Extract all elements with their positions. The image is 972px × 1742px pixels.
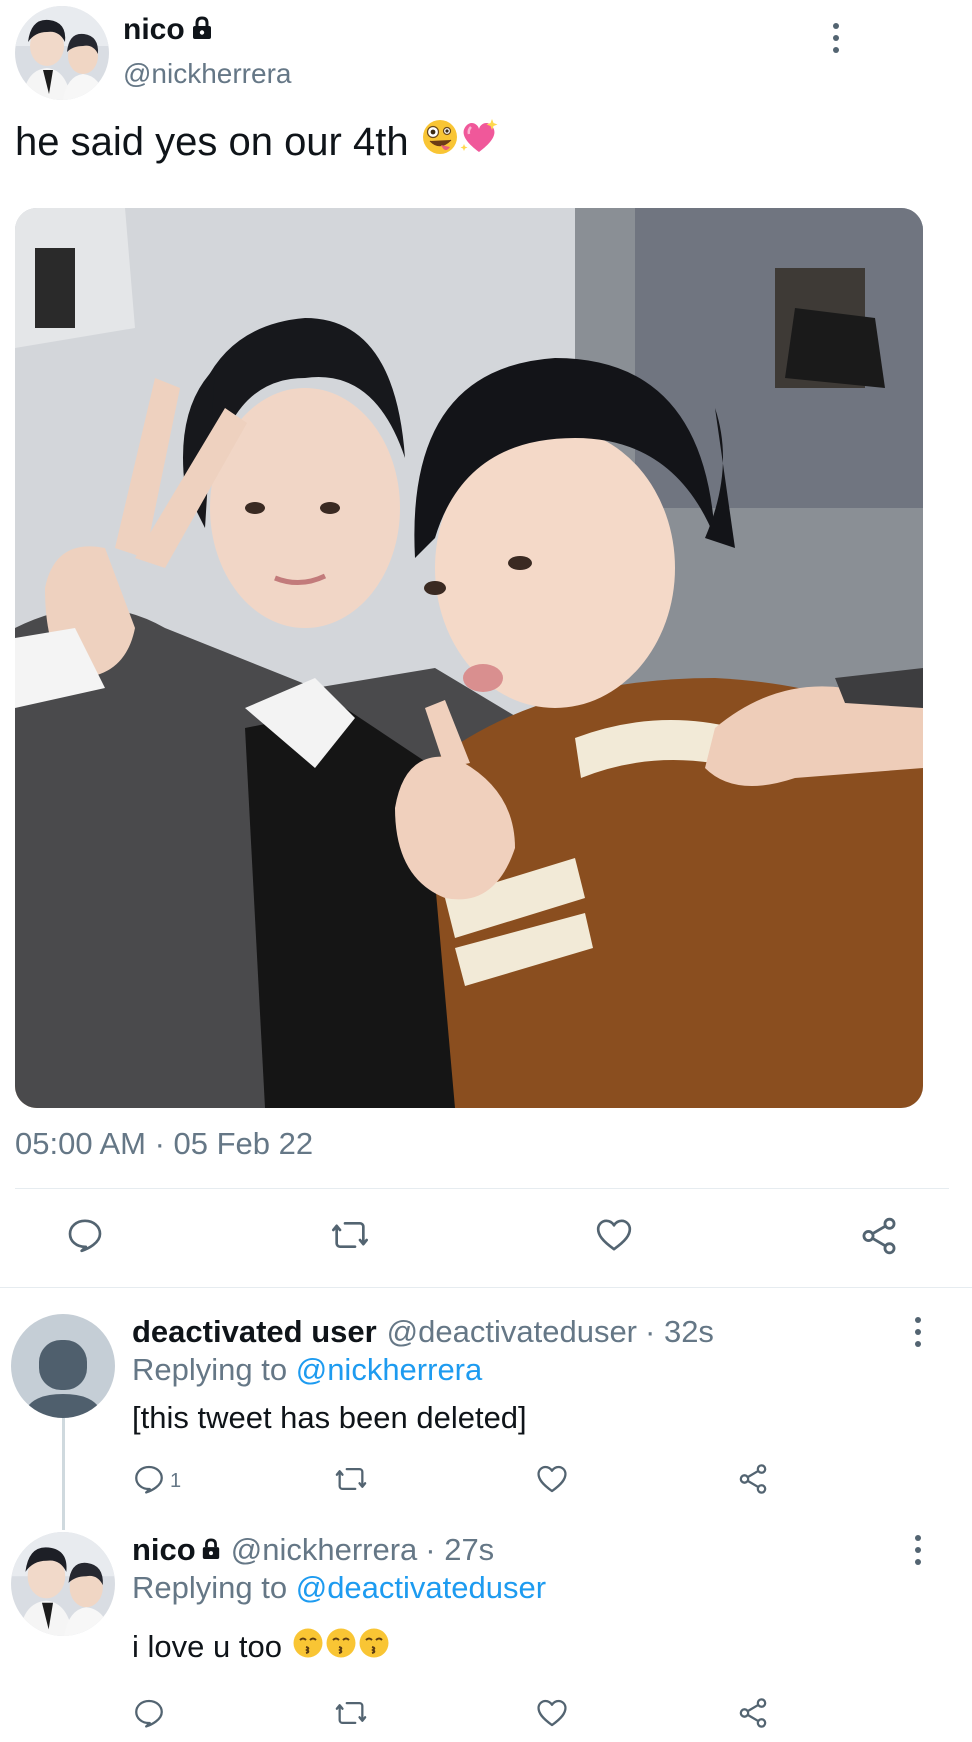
reply-author-handle[interactable]: @deactivateduser [387, 1314, 637, 1350]
like-button[interactable] [535, 1462, 569, 1496]
heart-icon [596, 1219, 632, 1251]
retweet-icon [332, 1222, 368, 1248]
heart-icon [537, 1465, 567, 1493]
kissing-face-emoji [358, 1627, 390, 1667]
kissing-face-emoji [292, 1627, 324, 1667]
dot [915, 1535, 921, 1541]
retweet-button[interactable] [332, 1462, 370, 1496]
author-handle[interactable]: @nickherrera [123, 58, 291, 90]
sparkling-heart-emoji [459, 118, 499, 166]
dot [915, 1329, 921, 1335]
author-avatar[interactable] [11, 1532, 115, 1636]
reply-count: 1 [170, 1469, 182, 1492]
reply-icon [68, 1219, 102, 1253]
dot [915, 1317, 921, 1323]
thread-line [62, 1418, 65, 1530]
retweet-button[interactable] [332, 1696, 370, 1730]
tweet-text: he said yes on our 4th [15, 119, 409, 164]
more-options-button[interactable] [906, 1530, 930, 1570]
dot [915, 1559, 921, 1565]
author-display-name[interactable]: nico [123, 13, 185, 47]
lock-icon [191, 15, 213, 45]
dot [833, 35, 839, 41]
reply-button[interactable] [65, 1215, 105, 1255]
reply-button[interactable] [132, 1696, 166, 1730]
tweet-timestamp[interactable]: 05:00 AM · 05 Feb 22 [15, 1126, 313, 1162]
author-avatar[interactable] [15, 6, 109, 100]
reply-text: [this tweet has been deleted] [132, 1400, 527, 1435]
lock-icon [201, 1532, 221, 1568]
replying-to-label: Replying to [132, 1352, 288, 1387]
reply-text: i love u too [132, 1629, 282, 1664]
retweet-icon [335, 1467, 367, 1491]
more-options-button[interactable] [824, 18, 848, 58]
share-icon [739, 1698, 767, 1728]
tweet-photo[interactable] [15, 208, 923, 1108]
dot [915, 1341, 921, 1347]
divider [0, 1287, 972, 1288]
retweet-button[interactable] [328, 1215, 372, 1255]
share-icon [739, 1464, 767, 1494]
like-button[interactable] [594, 1215, 634, 1255]
reply-author-name[interactable]: deactivated user [132, 1314, 377, 1350]
share-icon [862, 1217, 896, 1255]
kissing-face-emoji [325, 1627, 357, 1667]
default-avatar[interactable] [11, 1314, 115, 1418]
share-button[interactable] [736, 1696, 770, 1730]
dot [915, 1547, 921, 1553]
like-button[interactable] [535, 1696, 569, 1730]
heart-icon [537, 1699, 567, 1727]
more-options-button[interactable] [906, 1312, 930, 1352]
replying-to-label: Replying to [132, 1570, 288, 1605]
share-button[interactable] [858, 1215, 900, 1257]
reply-icon [135, 1465, 163, 1494]
default-user-icon [23, 1340, 103, 1418]
dot [833, 47, 839, 53]
retweet-icon [335, 1701, 367, 1725]
share-button[interactable] [736, 1462, 770, 1496]
dot [833, 23, 839, 29]
divider [15, 1188, 949, 1189]
zany-face-emoji [421, 118, 459, 166]
replying-to-link[interactable]: @nickherrera [296, 1352, 483, 1387]
reply-button[interactable]: 1 [132, 1462, 181, 1496]
reply-author-handle[interactable]: @nickherrera [231, 1532, 418, 1568]
reply-author-name[interactable]: nico [132, 1532, 196, 1568]
reply-time[interactable]: · 27s [425, 1532, 494, 1568]
reply-time[interactable]: · 32s [645, 1314, 714, 1350]
reply-icon [135, 1699, 163, 1728]
replying-to-link[interactable]: @deactivateduser [296, 1570, 546, 1605]
